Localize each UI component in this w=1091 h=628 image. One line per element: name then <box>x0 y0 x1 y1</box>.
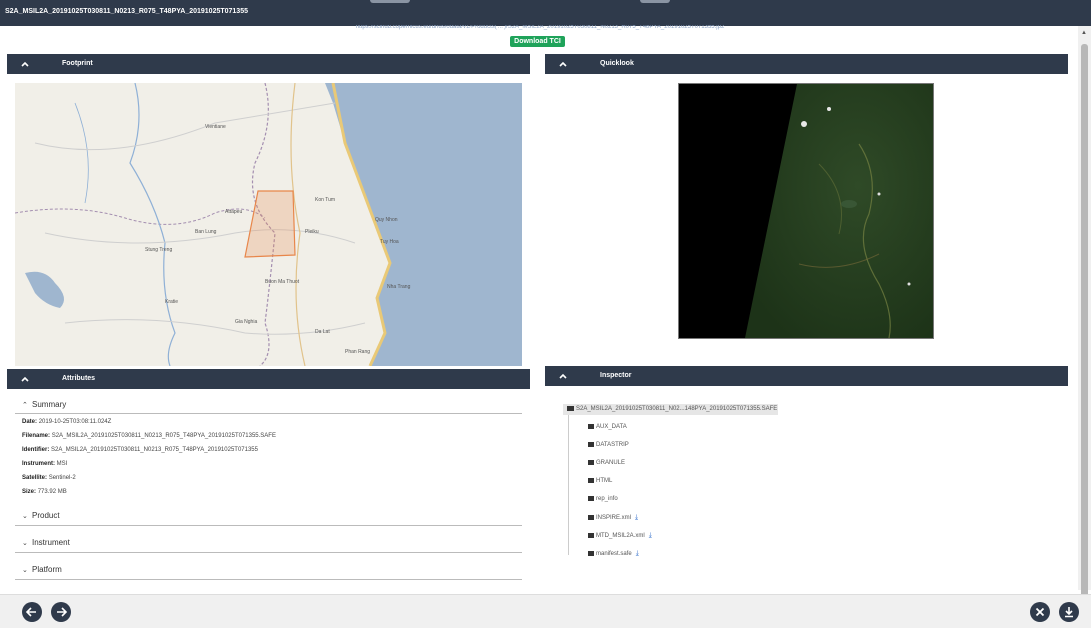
inspector-title: Inspector <box>600 372 632 379</box>
chevron-down-icon: ⌄ <box>22 513 28 520</box>
summary-section-toggle[interactable]: ⌃ Summary <box>22 400 66 409</box>
quicklook-panel-header[interactable]: Quicklook <box>545 54 1068 74</box>
inspector-panel-header[interactable]: Inspector <box>545 366 1068 386</box>
chevron-up-icon: ⌃ <box>22 402 28 409</box>
attribute-row-filename: Filename: S2A_MSIL2A_20191025T030811_N02… <box>22 433 276 439</box>
inspector-item[interactable]: rep_info <box>588 496 618 502</box>
close-button[interactable] <box>1030 602 1050 622</box>
inspector-item[interactable]: HTML <box>588 478 612 484</box>
product-section-toggle[interactable]: ⌄ Product <box>22 511 60 520</box>
folder-icon <box>588 460 594 465</box>
divider <box>15 552 522 553</box>
inspector-root-folder[interactable]: S2A_MSIL2A_20191025T030811_N02...148PYA_… <box>563 404 778 415</box>
download-tci-button[interactable]: Download TCI <box>510 36 565 47</box>
footprint-map[interactable]: Vientiane Attapeu Kon Tum Pleiku Quy Nho… <box>15 83 522 366</box>
map-label: Vientiane <box>205 124 226 130</box>
map-label: Quy Nhon <box>375 217 398 223</box>
download-icon[interactable]: ⤓ <box>649 532 652 539</box>
map-label: Kratie <box>165 299 178 305</box>
attribute-row-instrument: Instrument: MSI <box>22 461 68 467</box>
download-button[interactable] <box>1059 602 1079 622</box>
chevron-down-icon: ⌄ <box>22 567 28 574</box>
map-label: Ban Lung <box>195 229 217 235</box>
inspector-item[interactable]: MTD_MSIL2A.xml ⤓ <box>588 532 652 540</box>
folder-icon <box>588 478 594 483</box>
next-button[interactable] <box>51 602 71 622</box>
chevron-up-icon[interactable] <box>557 58 569 70</box>
quicklook-image <box>678 83 934 339</box>
map-label: Tuy Hoa <box>380 239 399 245</box>
bottom-toolbar <box>0 594 1091 628</box>
divider <box>15 413 522 414</box>
inspector-item[interactable]: manifest.safe ⤓ <box>588 550 639 558</box>
scrollbar-thumb[interactable] <box>1081 44 1088 599</box>
attribute-row-identifier: Identifier: S2A_MSIL2A_20191025T030811_N… <box>22 447 258 453</box>
close-icon <box>1035 607 1045 617</box>
folder-icon <box>588 496 594 501</box>
file-icon <box>588 551 594 556</box>
platform-section-toggle[interactable]: ⌄ Platform <box>22 565 62 574</box>
scroll-up-icon[interactable]: ▲ <box>1081 30 1087 36</box>
map-label: Kon Tum <box>315 197 335 203</box>
product-title: S2A_MSIL2A_20191025T030811_N0213_R075_T4… <box>5 8 248 15</box>
map-label: Buon Ma Thuot <box>265 279 300 285</box>
map-label: Phan Rang <box>345 349 370 355</box>
attribute-row-size: Size: 773.92 MB <box>22 489 67 495</box>
handle-mark <box>370 0 410 3</box>
map-label: Attapeu <box>225 209 242 215</box>
chevron-down-icon: ⌄ <box>22 540 28 547</box>
tree-guide <box>568 415 569 555</box>
file-icon <box>588 515 594 520</box>
inspector-item[interactable]: AUX_DATA <box>588 424 627 430</box>
arrow-right-icon <box>57 607 68 617</box>
download-icon <box>1065 607 1073 618</box>
chevron-up-icon[interactable] <box>19 58 31 70</box>
map-label: Da Lat <box>315 329 330 335</box>
divider <box>15 525 522 526</box>
map-label: Pleiku <box>305 229 319 235</box>
quicklook-title: Quicklook <box>600 60 634 67</box>
folder-icon <box>588 424 594 429</box>
map-label: Nha Trang <box>387 284 411 290</box>
inspector-item[interactable]: GRANULE <box>588 460 625 466</box>
chevron-up-icon[interactable] <box>557 370 569 382</box>
product-url[interactable]: https://scihub.copernicus.eu/dhus/odata/… <box>300 25 780 32</box>
download-icon[interactable]: ⤓ <box>635 514 638 521</box>
attributes-title: Attributes <box>62 375 96 382</box>
footprint-title: Footprint <box>62 60 93 67</box>
window-title-bar: S2A_MSIL2A_20191025T030811_N0213_R075_T4… <box>0 0 1091 26</box>
previous-button[interactable] <box>22 602 42 622</box>
attribute-row-date: Date: 2019-10-25T03:08:11.024Z <box>22 419 112 425</box>
chevron-up-icon[interactable] <box>19 373 31 385</box>
inspector-item[interactable]: INSPIRE.xml ⤓ <box>588 514 638 522</box>
handle-mark <box>640 0 670 3</box>
map-label: Gia Nghia <box>235 319 257 325</box>
divider <box>15 579 522 580</box>
map-label: Stung Treng <box>145 247 172 253</box>
attribute-row-satellite: Satellite: Sentinel-2 <box>22 475 76 481</box>
attributes-panel-header[interactable]: Attributes <box>7 369 530 389</box>
vertical-scrollbar[interactable]: ▲ ▼ <box>1078 26 1091 609</box>
arrow-left-icon <box>25 607 36 617</box>
footprint-panel-header[interactable]: Footprint <box>7 54 530 74</box>
folder-open-icon <box>567 406 574 411</box>
inspector-item[interactable]: DATASTRIP <box>588 442 629 448</box>
file-icon <box>588 533 594 538</box>
instrument-section-toggle[interactable]: ⌄ Instrument <box>22 538 70 547</box>
download-icon[interactable]: ⤓ <box>636 550 639 557</box>
folder-icon <box>588 442 594 447</box>
